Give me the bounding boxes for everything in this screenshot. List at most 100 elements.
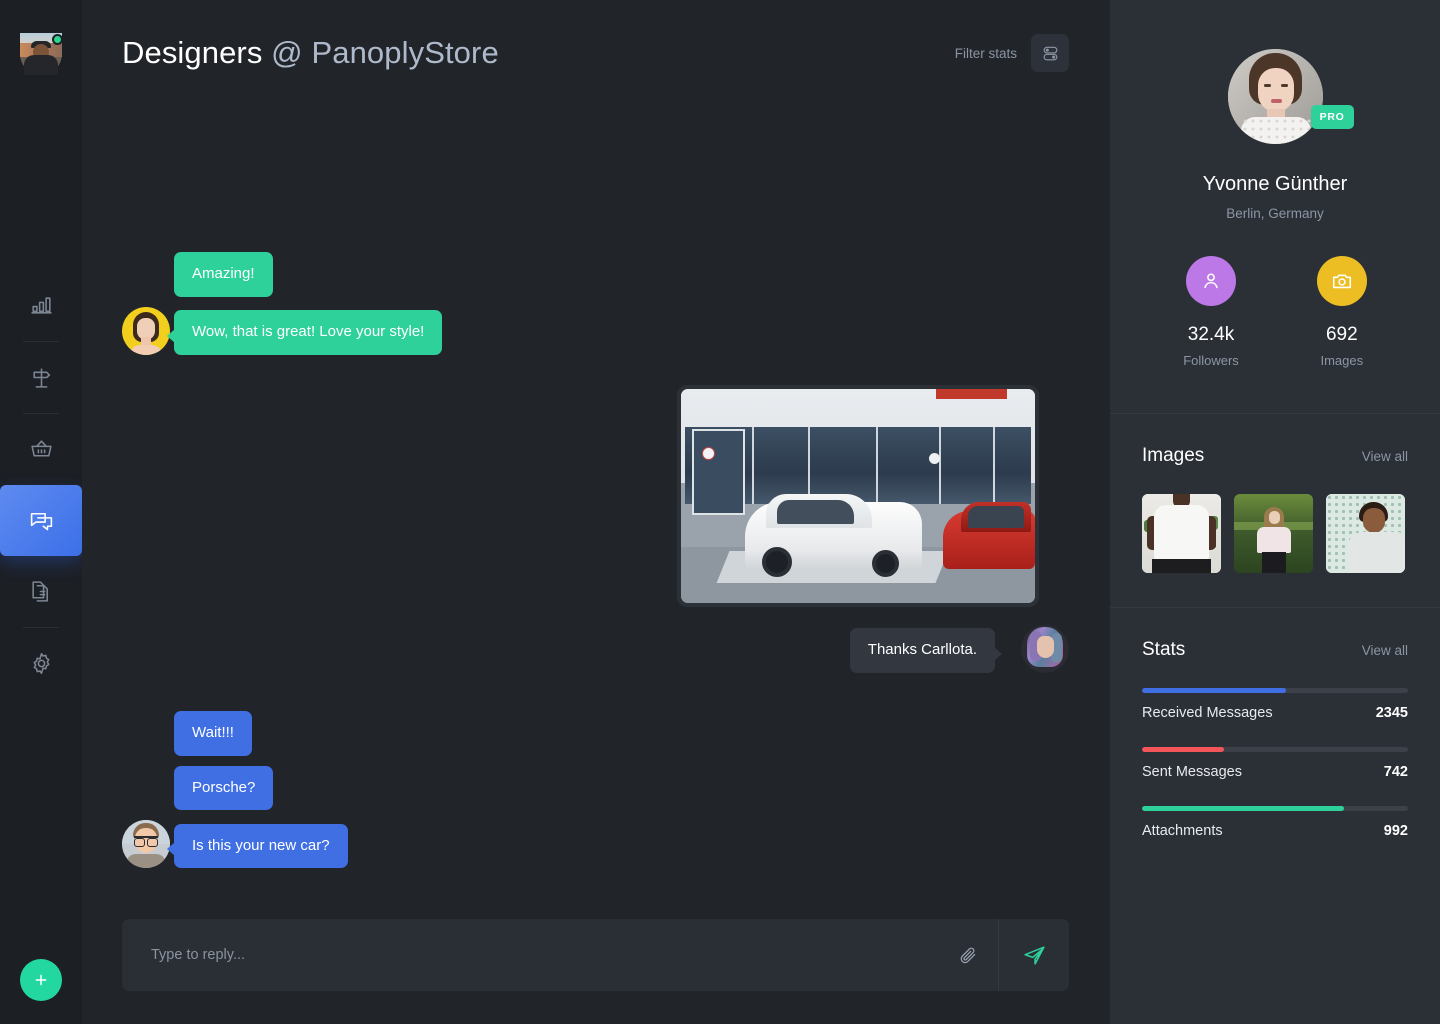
sidebar-item-messages[interactable]: [0, 485, 82, 556]
chat-icon: [30, 512, 52, 531]
followers-value: 32.4k: [1187, 324, 1235, 345]
chat-panel: Designers @ PanoplyStore Filter stats Am…: [82, 0, 1110, 1024]
stat-progress-track: [1142, 806, 1408, 811]
page-title-muted: @ PanoplyStore: [262, 35, 499, 70]
stats-list: Received Messages 2345 Sent Messages 742: [1142, 688, 1408, 839]
stats-view-all-link[interactable]: View all: [1362, 643, 1408, 658]
message-composer: [122, 919, 1069, 991]
message-row: Wait!!!: [122, 710, 1069, 756]
message-row: Wow, that is great! Love your style!: [122, 306, 1069, 355]
message-bubble[interactable]: Porsche?: [174, 765, 274, 811]
signpost-icon: [32, 368, 50, 388]
message-row: Thanks Carllota.: [122, 624, 1069, 673]
stat-name: Sent Messages: [1142, 764, 1242, 780]
images-value: 692: [1325, 324, 1358, 345]
counter-followers[interactable]: 32.4k Followers: [1183, 256, 1239, 368]
pro-badge: PRO: [1310, 105, 1354, 129]
profile-location: Berlin, Germany: [1226, 206, 1324, 221]
stat-progress-fill: [1142, 747, 1225, 752]
message-avatar-slot: [1017, 624, 1069, 673]
stat-label-row: Attachments 992: [1142, 823, 1408, 839]
message-bubble[interactable]: Is this your new car?: [167, 823, 348, 869]
avatar-friend[interactable]: [122, 820, 170, 869]
images-section-head: Images View all: [1142, 445, 1408, 467]
stat-value: 992: [1383, 823, 1408, 839]
profile-block: PRO Yvonne Günther Berlin, Germany 32.4k: [1110, 0, 1440, 413]
documents-icon: [31, 581, 48, 602]
stat-progress-track: [1142, 688, 1408, 693]
stat-progress-track: [1142, 747, 1408, 752]
sidebar-item-analytics[interactable]: [0, 270, 82, 341]
basket-icon: [30, 440, 52, 457]
page-title: Designers @ PanoplyStore: [122, 35, 499, 71]
camera-icon: [1332, 274, 1351, 289]
images-view-all-link[interactable]: View all: [1362, 449, 1408, 464]
header-actions: Filter stats: [955, 34, 1069, 72]
message-row: Porsche?: [122, 765, 1069, 811]
image-thumbnails: [1142, 494, 1408, 573]
stat-row-received-messages: Received Messages 2345: [1142, 688, 1408, 721]
stat-progress-fill: [1142, 806, 1345, 811]
filter-stats-label: Filter stats: [954, 45, 1017, 61]
profile-name: Yvonne Günther: [1202, 173, 1348, 195]
send-message-button[interactable]: [999, 919, 1069, 991]
followers-icon-circle: [1186, 256, 1236, 306]
attach-file-button[interactable]: [938, 919, 998, 991]
filter-stats-button[interactable]: [1031, 34, 1069, 72]
porsche-photo-message: [681, 388, 1035, 603]
avatar-yvonne[interactable]: [1021, 624, 1069, 673]
sidebar-item-shop[interactable]: [0, 414, 82, 485]
stat-value: 742: [1383, 764, 1408, 780]
message-bubble[interactable]: Wait!!!: [174, 710, 252, 756]
stat-label-row: Received Messages 2345: [1142, 705, 1408, 721]
left-sidebar: [0, 0, 82, 1024]
chat-header: Designers @ PanoplyStore Filter stats: [82, 0, 1110, 106]
message-row: Is this your new car?: [122, 820, 1069, 869]
send-plane-icon: [1023, 945, 1045, 965]
avatar-carllota[interactable]: [122, 306, 170, 355]
message-row: Amazing!: [122, 252, 1069, 297]
sidebar-item-directions[interactable]: [0, 342, 82, 413]
message-bubble[interactable]: Amazing!: [174, 252, 273, 297]
stat-name: Attachments: [1142, 823, 1223, 839]
online-status-dot: [52, 34, 63, 45]
person-icon: [1204, 273, 1218, 289]
images-section: Images View all: [1110, 414, 1440, 573]
profile-avatar[interactable]: [1227, 49, 1323, 144]
message-bubble[interactable]: Thanks Carllota.: [849, 628, 1003, 673]
stats-section: Stats View all Received Messages 2345 Se…: [1110, 608, 1440, 865]
image-thumbnail[interactable]: [1142, 494, 1221, 573]
message-bubble[interactable]: Wow, that is great! Love your style!: [166, 310, 443, 355]
composer-wrap: [82, 919, 1110, 1024]
image-thumbnail[interactable]: [1326, 494, 1405, 573]
paperclip-icon: [960, 947, 976, 964]
stats-section-head: Stats View all: [1142, 639, 1408, 661]
profile-sidebar: PRO Yvonne Günther Berlin, Germany 32.4k: [1110, 0, 1440, 1024]
profile-counters: 32.4k Followers 692 Images: [1110, 256, 1440, 368]
stats-section-title: Stats: [1142, 639, 1186, 660]
stat-label-row: Sent Messages 742: [1142, 764, 1408, 780]
followers-label: Followers: [1183, 353, 1239, 368]
stat-row-sent-messages: Sent Messages 742: [1142, 747, 1408, 780]
counter-images[interactable]: 692 Images: [1316, 256, 1367, 368]
sliders-toggle-icon: [1043, 46, 1057, 60]
reply-input[interactable]: [151, 947, 938, 963]
message-list: Amazing! Wow, that is great! Love your s…: [82, 106, 1110, 919]
sidebar-item-settings[interactable]: [0, 628, 82, 699]
images-label: Images: [1320, 353, 1364, 368]
stat-name: Received Messages: [1142, 705, 1273, 721]
stat-progress-fill: [1142, 688, 1286, 693]
profile-avatar-wrap: PRO: [1227, 49, 1354, 144]
page-title-strong: Designers: [122, 35, 263, 70]
sidebar-item-documents[interactable]: [0, 556, 82, 627]
photo-message[interactable]: [677, 384, 1039, 607]
images-section-title: Images: [1142, 445, 1205, 466]
user-avatar[interactable]: [20, 33, 63, 75]
plus-icon: [35, 974, 47, 986]
add-new-button[interactable]: [20, 959, 62, 1001]
gear-icon: [33, 652, 49, 675]
app-root: Designers @ PanoplyStore Filter stats Am…: [0, 0, 1440, 1024]
stat-row-attachments: Attachments 992: [1142, 806, 1408, 839]
bar-chart-icon: [30, 297, 52, 314]
image-thumbnail[interactable]: [1234, 494, 1313, 573]
